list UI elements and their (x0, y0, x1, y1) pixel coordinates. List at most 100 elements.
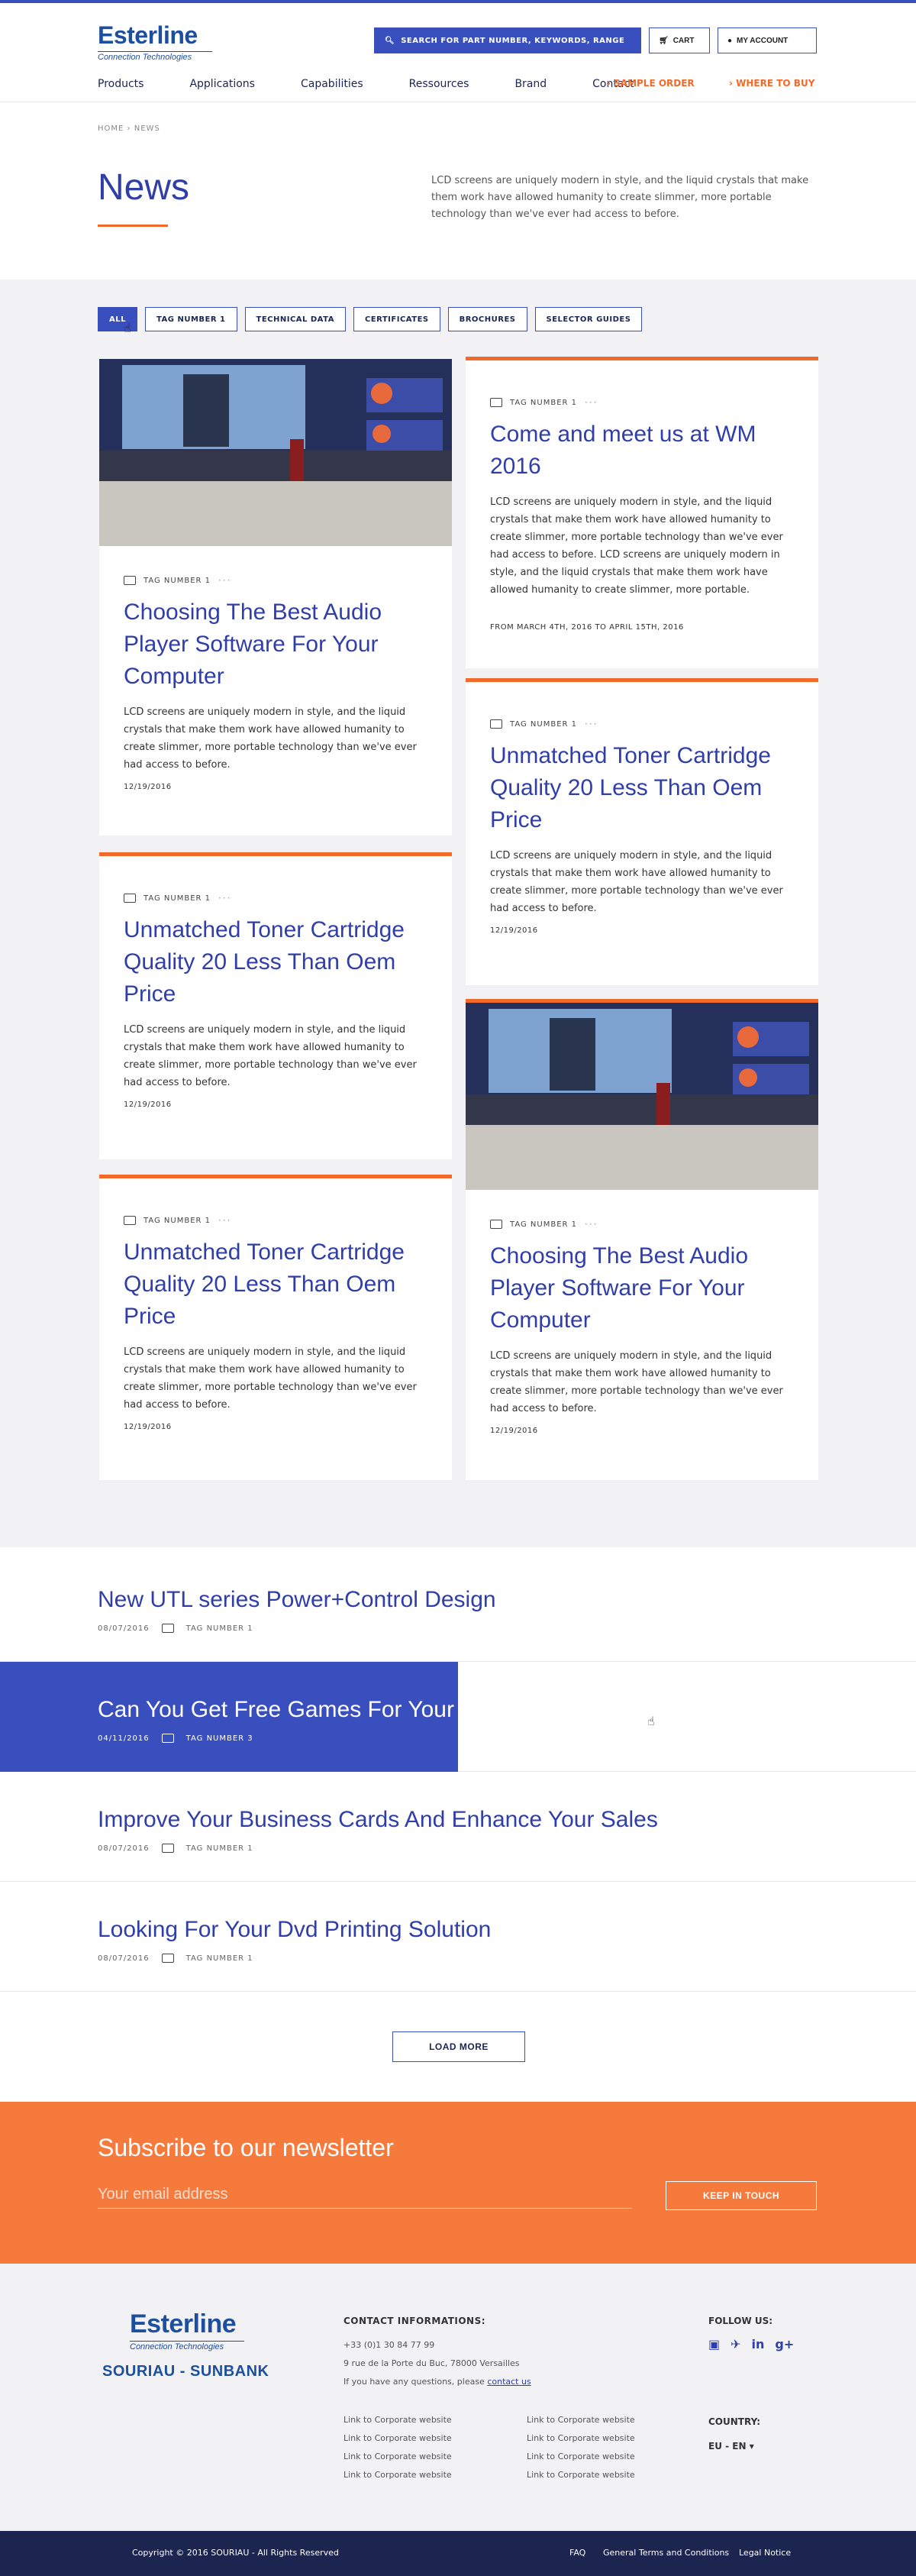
news-card[interactable]: TAG NUMBER 1 ··· Choosing The Best Audio … (466, 999, 818, 1480)
card-tag[interactable]: TAG NUMBER 1 (144, 894, 211, 903)
corporate-link[interactable]: Link to Corporate website (344, 2433, 452, 2443)
more-dots-icon[interactable]: ··· (585, 719, 598, 729)
title-underline (98, 225, 168, 227)
legal-notice-link[interactable]: Legal Notice (739, 2548, 791, 2558)
corporate-link[interactable]: Link to Corporate website (527, 2415, 635, 2425)
news-card[interactable]: TAG NUMBER 1 ··· Choosing The Best Audio … (99, 359, 452, 836)
folder-icon (161, 1624, 174, 1633)
nav-item-brand[interactable]: Brand (514, 78, 547, 90)
faq-link[interactable]: FAQ (569, 2548, 585, 2558)
linkedin-icon[interactable]: in (752, 2337, 765, 2351)
google-plus-icon[interactable]: g+ (775, 2337, 794, 2351)
list-title[interactable]: Looking For Your Dvd Printing Solution (98, 1917, 491, 1943)
card-title[interactable]: Unmatched Toner Cartridge Quality 20 Les… (124, 1236, 427, 1333)
corporate-link[interactable]: Link to Corporate website (527, 2433, 635, 2443)
load-more-button[interactable]: LOAD MORE (392, 2031, 525, 2062)
corporate-link[interactable]: Link to Corporate website (527, 2452, 635, 2461)
breadcrumb-home[interactable]: HOME (98, 124, 124, 133)
more-dots-icon[interactable]: ··· (218, 575, 231, 586)
chevron-right-icon: › (607, 78, 611, 89)
cart-button[interactable]: 🛒︎ CART (649, 27, 710, 53)
nav-item-products[interactable]: Products (98, 78, 144, 90)
list-date: 04/11/2016 (98, 1734, 150, 1743)
country-heading: COUNTRY: (708, 2416, 761, 2427)
news-list-item-hovered[interactable]: Can You Get Free Games For Your Iphone 0… (0, 1662, 916, 1772)
list-tag[interactable]: TAG NUMBER 1 (186, 1954, 253, 1963)
more-dots-icon[interactable]: ··· (218, 893, 231, 903)
news-list-item[interactable]: Improve Your Business Cards And Enhance … (0, 1772, 916, 1882)
more-dots-icon[interactable]: ··· (218, 1215, 231, 1226)
list-title[interactable]: Improve Your Business Cards And Enhance … (98, 1807, 658, 1833)
search-button-label: SEARCH FOR PART NUMBER, KEYWORDS, RANGE (401, 36, 625, 45)
terms-link[interactable]: General Terms and Conditions (603, 2548, 729, 2558)
card-date: 12/19/2016 (124, 1423, 172, 1431)
chevron-right-icon: › (729, 78, 733, 89)
more-dots-icon[interactable]: ··· (585, 397, 598, 408)
corporate-link[interactable]: Link to Corporate website (344, 2415, 452, 2425)
filter-certificates[interactable]: CERTIFICATES (353, 307, 440, 331)
search-button[interactable]: 🔍︎ SEARCH FOR PART NUMBER, KEYWORDS, RAN… (374, 27, 641, 53)
account-button[interactable]: ● MY ACCOUNT (718, 27, 817, 53)
newsletter-title: Subscribe to our newsletter (98, 2134, 394, 2161)
folder-icon (490, 1220, 502, 1229)
nav-item-capabilities[interactable]: Capabilities (301, 78, 363, 90)
folder-icon (161, 1954, 174, 1963)
more-dots-icon[interactable]: ··· (585, 1219, 598, 1230)
card-title[interactable]: Come and meet us at WM 2016 (490, 419, 794, 483)
sample-order-link[interactable]: › SAMPLE ORDER (607, 78, 695, 89)
corporate-link[interactable]: Link to Corporate website (527, 2470, 635, 2480)
list-title[interactable]: New UTL series Power+Control Design (98, 1587, 496, 1613)
footer-esterline-logo[interactable]: Esterline Connection Technologies (130, 2309, 244, 2351)
country-select[interactable]: EU - EN ▾ (708, 2441, 754, 2452)
filter-selector-guides[interactable]: SELECTOR GUIDES (534, 307, 643, 331)
card-tag[interactable]: TAG NUMBER 1 (144, 577, 211, 585)
esterline-logo[interactable]: Esterline Connection Technologies (98, 21, 212, 62)
news-card[interactable]: TAG NUMBER 1 ··· Unmatched Toner Cartridg… (466, 678, 818, 985)
card-text: LCD screens are uniquely modern in style… (490, 1350, 783, 1414)
card-tag-row: TAG NUMBER 1 ··· (124, 1215, 427, 1226)
news-card[interactable]: TAG NUMBER 1 ··· Unmatched Toner Cartridg… (99, 852, 452, 1159)
chevron-right-icon: › (127, 124, 134, 133)
filter-brochures[interactable]: BROCHURES (447, 307, 527, 331)
twitter-icon[interactable]: ✈ (731, 2337, 740, 2351)
filter-tag-number-1[interactable]: TAG NUMBER 1 (144, 307, 237, 331)
filter-all[interactable]: ALL (98, 307, 137, 331)
search-icon: 🔍︎ (385, 36, 395, 45)
user-icon: ● (727, 36, 733, 45)
news-card[interactable]: TAG NUMBER 1 ··· Come and meet us at WM 2… (466, 357, 818, 668)
youtube-icon[interactable]: ▣ (708, 2337, 720, 2351)
card-body: TAG NUMBER 1 ··· Choosing The Best Audio … (466, 1190, 818, 1435)
nav-item-ressources[interactable]: Ressources (409, 78, 469, 90)
list-date: 08/07/2016 (98, 1624, 150, 1633)
list-title[interactable]: Can You Get Free Games For Your Iphone (98, 1697, 531, 1723)
list-tag[interactable]: TAG NUMBER 3 (186, 1734, 253, 1743)
card-tag[interactable]: TAG NUMBER 1 (510, 720, 577, 729)
folder-icon (124, 894, 136, 903)
list-tag[interactable]: TAG NUMBER 1 (186, 1624, 253, 1633)
card-title[interactable]: Unmatched Toner Cartridge Quality 20 Les… (124, 914, 427, 1010)
filter-technical-data[interactable]: TECHNICAL DATA (244, 307, 346, 331)
card-title[interactable]: Unmatched Toner Cartridge Quality 20 Les… (490, 740, 794, 836)
card-title[interactable]: Choosing The Best Audio Player Software … (124, 596, 427, 693)
newsletter-section: Subscribe to our newsletter KEEP IN TOUC… (0, 2102, 916, 2264)
where-to-buy-link[interactable]: › WHERE TO BUY (729, 78, 814, 89)
keep-in-touch-button[interactable]: KEEP IN TOUCH (666, 2181, 817, 2210)
souriau-sunbank-logo[interactable]: SOURIAU - SUNBANK (102, 2363, 269, 2380)
card-tag[interactable]: TAG NUMBER 1 (510, 399, 577, 407)
breadcrumb: HOME › NEWS (98, 124, 160, 133)
breadcrumb-current: NEWS (134, 124, 160, 133)
news-list-item[interactable]: New UTL series Power+Control Design 08/0… (0, 1552, 916, 1662)
card-date: 12/19/2016 (490, 1427, 538, 1435)
email-field[interactable] (98, 2181, 632, 2209)
card-title[interactable]: Choosing The Best Audio Player Software … (490, 1240, 794, 1336)
contact-us-link[interactable]: contact us (487, 2377, 531, 2387)
news-card[interactable]: TAG NUMBER 1 ··· Unmatched Toner Cartridg… (99, 1175, 452, 1480)
card-tag[interactable]: TAG NUMBER 1 (510, 1220, 577, 1229)
corporate-link[interactable]: Link to Corporate website (344, 2452, 452, 2461)
nav-item-applications[interactable]: Applications (189, 78, 255, 90)
card-tag[interactable]: TAG NUMBER 1 (144, 1217, 211, 1225)
social-links: ▣ ✈ in g+ (708, 2337, 794, 2351)
news-list-item[interactable]: Looking For Your Dvd Printing Solution 0… (0, 1882, 916, 1992)
list-tag[interactable]: TAG NUMBER 1 (186, 1844, 253, 1853)
corporate-link[interactable]: Link to Corporate website (344, 2470, 452, 2480)
